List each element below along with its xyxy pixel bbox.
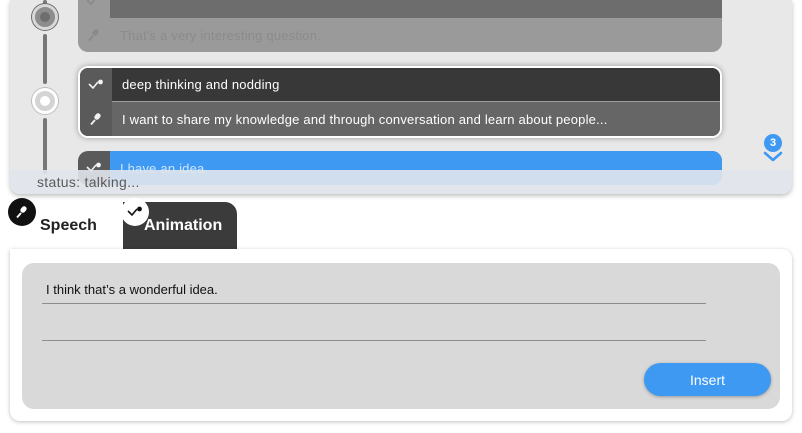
timeline-node-current[interactable] bbox=[32, 88, 58, 114]
tab-label: Animation bbox=[144, 216, 223, 234]
timeline-panel: That's a very interesting question. deep… bbox=[10, 0, 792, 194]
status-bar: status: talking... bbox=[10, 170, 792, 194]
tab-speech[interactable]: Speech bbox=[8, 198, 124, 249]
motion-path-icon bbox=[80, 68, 112, 102]
timeline-card-current[interactable]: deep thinking and nodding I want to shar… bbox=[78, 66, 722, 138]
motion-path-icon bbox=[121, 198, 149, 226]
speech-text: That's a very interesting question. bbox=[120, 27, 321, 43]
timeline-rail bbox=[43, 118, 47, 174]
animation-text bbox=[110, 0, 722, 18]
timeline-rail bbox=[43, 34, 47, 84]
chevron-down-icon[interactable] bbox=[762, 150, 784, 164]
tab-label: Speech bbox=[40, 216, 97, 234]
animation-row bbox=[78, 0, 722, 18]
timeline-node-past[interactable] bbox=[32, 4, 58, 30]
animation-row: deep thinking and nodding bbox=[80, 68, 720, 102]
motion-path-icon bbox=[78, 0, 110, 18]
speech-editor: Insert bbox=[22, 263, 780, 409]
insert-button[interactable]: Insert bbox=[644, 363, 771, 396]
animation-text: deep thinking and nodding bbox=[112, 68, 720, 102]
tab-animation[interactable]: Animation bbox=[121, 198, 237, 249]
microphone-icon bbox=[8, 198, 36, 226]
speech-input-line-2[interactable] bbox=[42, 313, 706, 341]
speech-row: That's a very interesting question. bbox=[78, 18, 722, 52]
microphone-icon bbox=[78, 18, 110, 52]
timeline-card-past[interactable]: That's a very interesting question. bbox=[78, 0, 722, 52]
speech-row: I want to share my knowledge and through… bbox=[80, 102, 720, 136]
microphone-icon bbox=[80, 102, 112, 136]
speech-input-line-1[interactable] bbox=[42, 276, 706, 304]
status-text: status: talking... bbox=[37, 174, 140, 190]
speech-text: I want to share my knowledge and through… bbox=[112, 102, 720, 136]
speech-editor-panel: Insert bbox=[10, 249, 792, 421]
